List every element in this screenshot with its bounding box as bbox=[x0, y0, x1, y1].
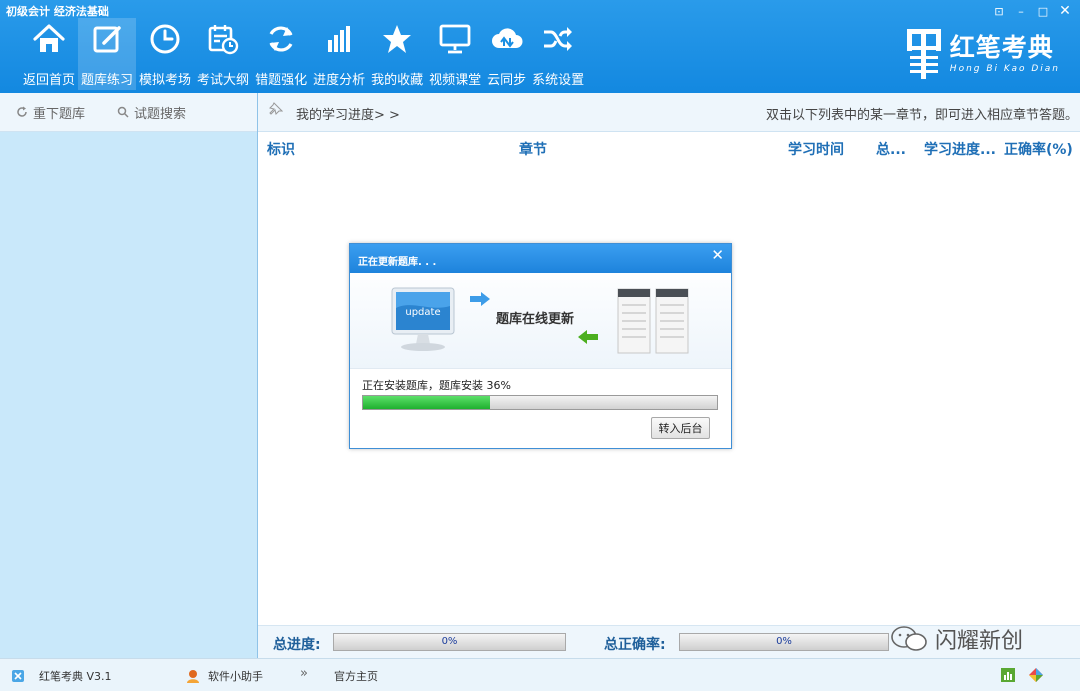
toolbar-cloud-sync[interactable]: 云同步 bbox=[484, 18, 529, 90]
toolbar-home[interactable]: 返回首页 bbox=[20, 18, 78, 90]
dialog-title: 正在更新题库. . . bbox=[358, 257, 437, 268]
helper-label: 软件小助手 bbox=[208, 670, 263, 683]
bar-chart-icon bbox=[328, 26, 351, 52]
brand-name: 红笔考典 bbox=[949, 33, 1054, 62]
update-dialog: 正在更新题库. . . ✕ update 题库在线更新 正在安装题库，题库安装 … bbox=[349, 243, 732, 449]
install-progress-fill bbox=[363, 396, 491, 409]
toolbar-progress-analysis[interactable]: 进度分析 bbox=[310, 18, 368, 90]
toolbar-favorites[interactable]: 我的收藏 bbox=[368, 18, 426, 90]
redownload-bank-button[interactable]: 重下题库 bbox=[16, 103, 85, 122]
refresh-icon bbox=[269, 26, 293, 52]
total-progress-value: 0% bbox=[441, 636, 458, 647]
version-item[interactable]: 红笔考典 V3.1 bbox=[11, 668, 112, 684]
watermark: 闪耀新创 bbox=[889, 623, 1023, 655]
toolbar-label: 进度分析 bbox=[313, 73, 366, 88]
version-label: 红笔考典 V3.1 bbox=[39, 670, 112, 683]
toolbar-label: 题库练习 bbox=[81, 73, 134, 88]
total-accuracy-bar: 0% bbox=[679, 633, 889, 651]
wechat-icon bbox=[891, 626, 927, 651]
column-study-time[interactable]: 学习时间 bbox=[788, 139, 844, 159]
dialog-title-bar: 正在更新题库. . . ✕ bbox=[350, 244, 731, 273]
install-progress-bar bbox=[362, 395, 718, 410]
monitor-screen-text: update bbox=[405, 307, 440, 318]
helper-item[interactable]: 软件小助手 bbox=[186, 668, 263, 684]
app-window: 初级会计 经济法基础 ⊡ – □ ✕ 返回首页 题库练习 模拟考场 考试大纲 错… bbox=[0, 0, 1080, 691]
install-status-text: 正在安装题库，题库安装 36% bbox=[362, 379, 511, 392]
brand-logo: 红笔考典 Hong Bi Kao Dian bbox=[904, 26, 1060, 82]
column-study-progress[interactable]: 学习进度... bbox=[924, 139, 996, 159]
dialog-close-icon[interactable]: ✕ bbox=[711, 246, 724, 264]
column-accuracy[interactable]: 正确率(%) bbox=[1004, 139, 1073, 159]
server-icon bbox=[617, 288, 689, 354]
my-progress-link[interactable]: 我的学习进度> > bbox=[296, 104, 400, 123]
arrow-right-icon bbox=[470, 292, 490, 306]
clock-icon bbox=[150, 24, 180, 54]
update-illustration: update 题库在线更新 bbox=[350, 273, 731, 369]
pin-icon[interactable] bbox=[269, 102, 283, 116]
window-title: 初级会计 经济法基础 bbox=[6, 5, 109, 18]
edit-icon bbox=[93, 26, 121, 53]
total-progress-bar: 0% bbox=[333, 633, 566, 651]
toolbar-label: 考试大纲 bbox=[197, 73, 250, 88]
progress-header: 我的学习进度> > 双击以下列表中的某一章节，即可进入相应章节答题。 bbox=[258, 93, 1080, 132]
toolbar-syllabus[interactable]: 考试大纲 bbox=[194, 18, 252, 90]
maximize-button[interactable]: □ bbox=[1032, 2, 1054, 20]
redownload-bank-label: 重下题库 bbox=[33, 106, 86, 122]
toolbar-settings[interactable]: 系统设置 bbox=[529, 18, 587, 90]
window-controls: ⊡ – □ ✕ bbox=[988, 2, 1076, 20]
toolbar-label: 错题强化 bbox=[255, 73, 308, 88]
monitor-icon bbox=[439, 24, 471, 54]
status-bar: 闪耀新创 红笔考典 V3.1 软件小助手 » 官方主页 bbox=[0, 626, 1080, 691]
total-accuracy-label: 总正确率: bbox=[604, 637, 666, 653]
column-chapter[interactable]: 章节 bbox=[519, 139, 547, 159]
homepage-link[interactable]: 官方主页 bbox=[334, 668, 378, 684]
pen-logo-icon bbox=[906, 29, 941, 79]
arrow-left-icon bbox=[578, 330, 598, 344]
chapter-tree-panel: 重下题库 试题搜索 bbox=[0, 93, 258, 658]
left-panel-tabs: 重下题库 试题搜索 bbox=[0, 93, 257, 132]
online-update-text: 题库在线更新 bbox=[496, 312, 575, 327]
toolbar-label: 我的收藏 bbox=[371, 73, 424, 88]
watermark-text: 闪耀新创 bbox=[935, 629, 1024, 654]
search-icon bbox=[117, 106, 129, 118]
diamond-icon[interactable] bbox=[1028, 667, 1044, 683]
toolbar-video-class[interactable]: 视频课堂 bbox=[426, 18, 484, 90]
run-in-background-button[interactable]: 转入后台 bbox=[651, 417, 710, 439]
total-progress-label: 总进度: bbox=[273, 637, 321, 653]
toolbar-label: 返回首页 bbox=[23, 73, 76, 88]
chart-icon[interactable] bbox=[1000, 667, 1016, 683]
main-toolbar: 返回首页 题库练习 模拟考场 考试大纲 错题强化 进度分析 我的收藏 视频课堂 … bbox=[20, 18, 587, 90]
cloud-sync-icon bbox=[491, 28, 523, 48]
close-button[interactable]: ✕ bbox=[1054, 2, 1076, 20]
toolbar-mock-exam[interactable]: 模拟考场 bbox=[136, 18, 194, 90]
question-search-button[interactable]: 试题搜索 bbox=[117, 103, 186, 122]
toolbar-wrong-questions[interactable]: 错题强化 bbox=[252, 18, 310, 90]
instruction-hint: 双击以下列表中的某一章节，即可进入相应章节答题。 bbox=[766, 108, 1079, 123]
question-search-label: 试题搜索 bbox=[134, 106, 187, 122]
column-mark[interactable]: 标识 bbox=[267, 139, 295, 159]
toolbar-label: 视频课堂 bbox=[429, 73, 482, 88]
chapter-table-header: 标识 章节 学习时间 总... 学习进度... 正确率(%) bbox=[258, 132, 1080, 164]
app-icon bbox=[12, 670, 24, 682]
minimize-button[interactable]: – bbox=[1010, 2, 1032, 20]
restore-icon[interactable]: ⊡ bbox=[988, 2, 1010, 20]
star-icon bbox=[383, 25, 412, 53]
toolbar-label: 云同步 bbox=[487, 73, 527, 88]
reload-icon bbox=[17, 106, 27, 117]
toolbar-question-bank[interactable]: 题库练习 bbox=[78, 18, 137, 90]
computer-monitor-icon: update bbox=[391, 287, 455, 351]
toolbar-label: 系统设置 bbox=[532, 73, 585, 88]
home-icon bbox=[33, 24, 65, 52]
toolbar-label: 模拟考场 bbox=[139, 73, 192, 88]
total-accuracy-value: 0% bbox=[776, 636, 792, 647]
calendar-clock-icon bbox=[208, 25, 239, 55]
header: 初级会计 经济法基础 ⊡ – □ ✕ 返回首页 题库练习 模拟考场 考试大纲 错… bbox=[0, 0, 1080, 93]
shuffle-icon bbox=[544, 27, 573, 51]
more-chevron-icon[interactable]: » bbox=[300, 666, 308, 681]
column-total[interactable]: 总... bbox=[876, 139, 906, 159]
brand-name-en: Hong Bi Kao Dian bbox=[949, 64, 1060, 74]
helper-avatar-icon bbox=[187, 670, 199, 683]
